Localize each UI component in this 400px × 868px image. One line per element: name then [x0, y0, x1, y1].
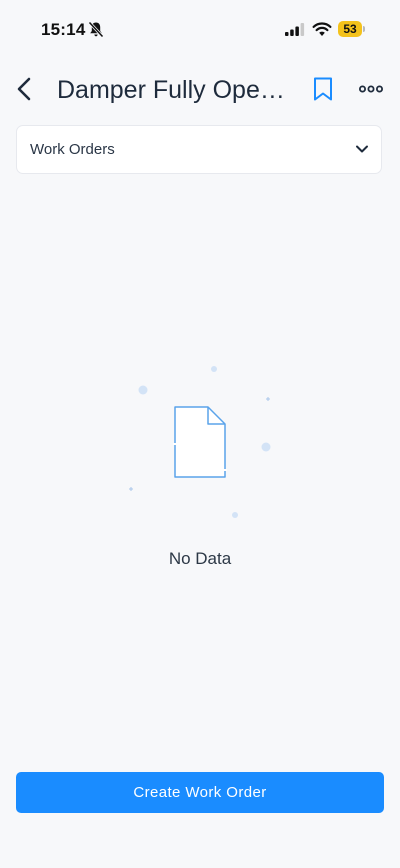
empty-state-message: No Data	[168, 549, 232, 568]
document-shape	[174, 406, 226, 478]
decor-dot	[211, 366, 217, 372]
screen: 15:14 53 Damper Fully Open Sensor Alarm	[0, 0, 400, 868]
status-time: 15:14	[41, 20, 86, 39]
more-icon[interactable]	[358, 78, 384, 100]
bell-slash-icon	[88, 21, 104, 38]
chevron-down-icon	[356, 145, 368, 153]
battery-level: 53	[338, 21, 362, 37]
bookmark-icon[interactable]	[311, 76, 335, 102]
work-orders-dropdown[interactable]: Work Orders	[16, 125, 382, 174]
cellular-signal-icon	[285, 23, 305, 36]
header: Damper Fully Open Sensor Alarm	[0, 62, 400, 118]
battery-tip	[363, 26, 365, 32]
create-work-order-button[interactable]: Create Work Order	[16, 772, 384, 813]
decor-dot	[138, 385, 148, 395]
decor-plus	[129, 487, 133, 491]
battery-icon: 53	[338, 21, 366, 37]
decor-dot	[261, 442, 271, 452]
page-title: Damper Fully Open Sensor Alarm	[57, 76, 293, 104]
decor-dot	[232, 512, 238, 518]
decor-plus	[266, 397, 270, 401]
empty-document-icon	[129, 366, 271, 518]
wifi-icon	[312, 22, 332, 36]
back-button[interactable]	[10, 74, 40, 104]
status-bar: 15:14 53	[0, 0, 400, 56]
dropdown-selected-value: Work Orders	[30, 141, 115, 158]
